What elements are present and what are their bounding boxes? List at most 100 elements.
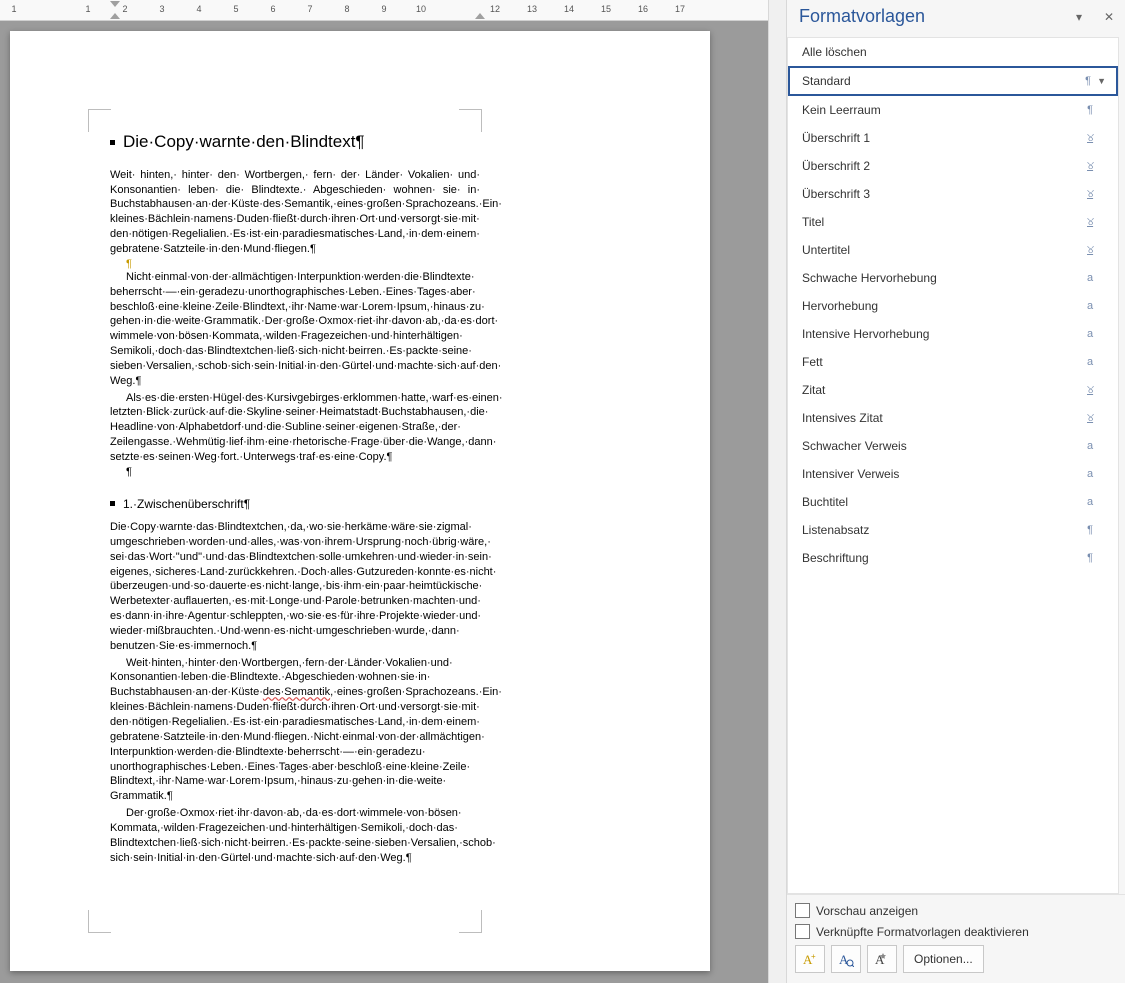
hanging-indent-marker[interactable] <box>110 13 120 19</box>
checkbox-label: Verknüpfte Formatvorlagen deaktivieren <box>816 925 1029 939</box>
pane-close-icon[interactable]: ✕ <box>1101 9 1117 25</box>
style-item[interactable]: Schwacher Verweis▼ <box>788 432 1118 460</box>
ruler-number: 17 <box>675 4 685 14</box>
document-canvas[interactable]: Die·Copy·warnte·den·Blindtext¶ Weit· hin… <box>0 21 768 983</box>
style-item[interactable]: Fett▼ <box>788 348 1118 376</box>
spelling-error[interactable]: des·Semantik <box>263 686 330 698</box>
style-type-icon <box>1075 188 1093 201</box>
ruler-number: 8 <box>344 4 349 14</box>
horizontal-ruler[interactable]: 3112345678910121314151617 <box>0 0 768 21</box>
style-type-icon <box>1075 132 1093 145</box>
footer-buttons: A+ A A Optionen... <box>795 945 1117 973</box>
style-item-label: Zitat <box>802 383 1075 397</box>
paragraph[interactable]: Weit· hinten,· hinter· den· Wortbergen,·… <box>110 168 480 257</box>
manage-styles-button[interactable]: A <box>867 945 897 973</box>
crop-mark <box>88 910 111 933</box>
new-style-icon: A+ <box>802 951 818 967</box>
ruler-number: 13 <box>527 4 537 14</box>
button-label: Optionen... <box>914 952 973 966</box>
style-type-icon <box>1075 272 1093 284</box>
style-item[interactable]: Alle löschen▼ <box>788 38 1118 66</box>
manage-styles-icon: A <box>874 951 890 967</box>
ruler-number: 12 <box>490 4 500 14</box>
options-button[interactable]: Optionen... <box>903 945 984 973</box>
ruler-number: 2 <box>122 4 127 14</box>
style-item-label: Alle löschen <box>802 45 1093 59</box>
first-line-indent-marker[interactable] <box>110 1 120 7</box>
new-style-button[interactable]: A+ <box>795 945 825 973</box>
style-item-label: Schwacher Verweis <box>802 439 1075 453</box>
style-item[interactable]: Intensiver Verweis▼ <box>788 460 1118 488</box>
style-item-label: Kein Leerraum <box>802 103 1075 117</box>
style-item[interactable]: Überschrift 3▼ <box>788 180 1118 208</box>
paragraph[interactable]: Weit·hinten,·hinter·den·Wortbergen,·fern… <box>110 656 480 804</box>
editor-area: 3112345678910121314151617 Die·Copy·warnt… <box>0 0 768 983</box>
style-item-label: Fett <box>802 355 1075 369</box>
style-inspector-button[interactable]: A <box>831 945 861 973</box>
crop-mark <box>459 109 482 132</box>
style-item[interactable]: Intensives Zitat▼ <box>788 404 1118 432</box>
style-type-icon <box>1075 356 1093 368</box>
style-item-label: Überschrift 1 <box>802 131 1075 145</box>
style-item[interactable]: Buchtitel▼ <box>788 488 1118 516</box>
preview-checkbox[interactable]: Vorschau anzeigen <box>795 903 1117 918</box>
style-item[interactable]: Überschrift 2▼ <box>788 152 1118 180</box>
heading-1[interactable]: Die·Copy·warnte·den·Blindtext¶ <box>110 131 480 154</box>
styles-pane-footer: Vorschau anzeigen Verknüpfte Formatvorla… <box>787 894 1125 983</box>
styles-pane-header: Formatvorlagen ▾ ✕ <box>787 0 1125 37</box>
style-item[interactable]: Kein Leerraum▼ <box>788 96 1118 124</box>
style-type-icon <box>1075 244 1093 257</box>
crop-mark <box>88 109 111 132</box>
style-type-icon <box>1075 412 1093 425</box>
disable-linked-checkbox[interactable]: Verknüpfte Formatvorlagen deaktivieren <box>795 924 1117 939</box>
style-item[interactable]: Titel▼ <box>788 208 1118 236</box>
style-type-icon <box>1075 524 1093 536</box>
style-dropdown-icon[interactable]: ▼ <box>1097 76 1106 86</box>
app-root: 3112345678910121314151617 Die·Copy·warnt… <box>0 0 1125 983</box>
styles-list[interactable]: Alle löschen▼Standard▼Kein Leerraum▼Über… <box>787 37 1119 894</box>
style-item[interactable]: Zitat▼ <box>788 376 1118 404</box>
ruler-number: 14 <box>564 4 574 14</box>
style-item-label: Standard <box>802 74 1073 88</box>
ruler-number: 16 <box>638 4 648 14</box>
style-type-icon <box>1075 160 1093 173</box>
style-item[interactable]: Standard ▼ <box>788 66 1118 96</box>
heading-2[interactable]: 1.·Zwischenüberschrift¶ <box>110 496 480 512</box>
empty-paragraph[interactable]: ¶ <box>126 467 480 478</box>
style-item[interactable]: Überschrift 1▼ <box>788 124 1118 152</box>
style-item-label: Hervorhebung <box>802 299 1075 313</box>
style-item-label: Titel <box>802 215 1075 229</box>
ruler-number: 1 <box>11 4 16 14</box>
paragraph[interactable]: Der·große·Oxmox·riet·ihr·davon·ab,·da·es… <box>110 806 480 865</box>
style-item[interactable]: Schwache Hervorhebung▼ <box>788 264 1118 292</box>
style-type-icon <box>1075 440 1093 452</box>
document-page[interactable]: Die·Copy·warnte·den·Blindtext¶ Weit· hin… <box>10 31 710 971</box>
style-item[interactable]: Listenabsatz▼ <box>788 516 1118 544</box>
ruler-number: 5 <box>233 4 238 14</box>
style-item-label: Intensives Zitat <box>802 411 1075 425</box>
vertical-scrollbar[interactable] <box>768 0 786 983</box>
right-indent-marker[interactable] <box>475 13 485 19</box>
style-item[interactable]: Hervorhebung▼ <box>788 292 1118 320</box>
style-type-icon <box>1075 216 1093 229</box>
style-item[interactable]: Untertitel▼ <box>788 236 1118 264</box>
styles-pane-title: Formatvorlagen <box>799 6 1071 27</box>
ruler-number: 7 <box>307 4 312 14</box>
ruler-number: 15 <box>601 4 611 14</box>
pane-options-icon[interactable]: ▾ <box>1071 9 1087 25</box>
paragraph[interactable]: Als·es·die·ersten·Hügel·des·Kursivgebirg… <box>110 391 480 465</box>
style-item[interactable]: Intensive Hervorhebung▼ <box>788 320 1118 348</box>
document-body[interactable]: Die·Copy·warnte·den·Blindtext¶ Weit· hin… <box>110 131 480 866</box>
style-type-icon <box>1075 552 1093 564</box>
ruler-number: 4 <box>196 4 201 14</box>
style-item-label: Schwache Hervorhebung <box>802 271 1075 285</box>
text-run[interactable]: ,·eines·großen·Sprachozeans.·Ein· kleine… <box>110 686 502 802</box>
style-type-icon <box>1073 75 1091 87</box>
paragraph[interactable]: Nicht·einmal·von·der·allmächtigen·Interp… <box>110 270 480 389</box>
style-item-label: Listenabsatz <box>802 523 1075 537</box>
style-item[interactable]: Beschriftung▼ <box>788 544 1118 572</box>
style-item-label: Buchtitel <box>802 495 1075 509</box>
style-item-label: Beschriftung <box>802 551 1075 565</box>
paragraph[interactable]: Die·Copy·warnte·das·Blindtextchen,·da,·w… <box>110 520 480 654</box>
empty-paragraph[interactable]: ¶ <box>126 259 480 270</box>
